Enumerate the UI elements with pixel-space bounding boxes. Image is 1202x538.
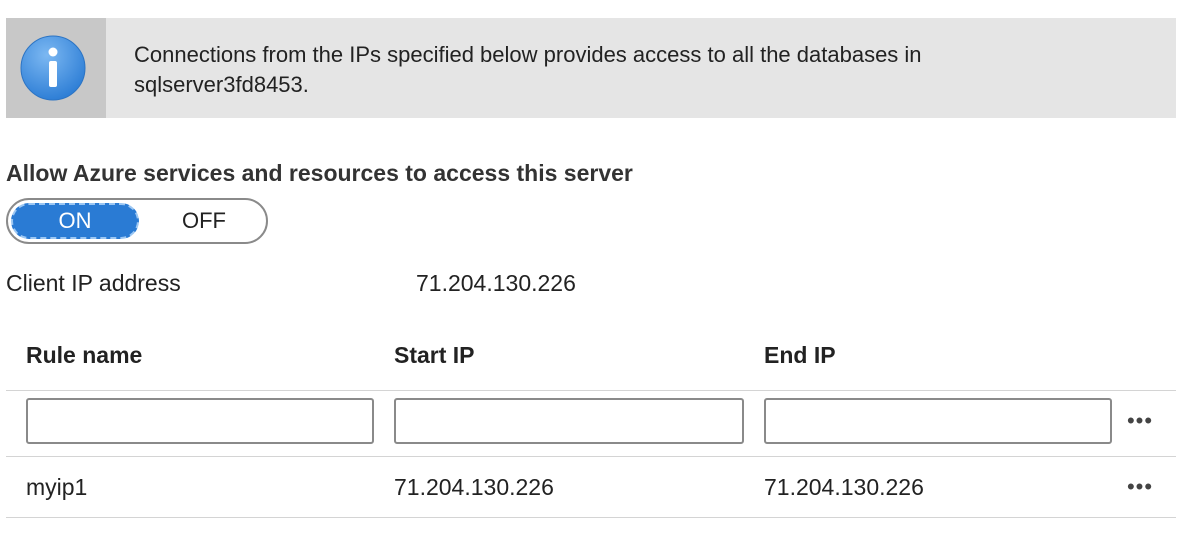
info-banner-line-2: sqlserver3fd8453. [134,72,309,97]
azure-access-label: Allow Azure services and resources to ac… [6,160,633,186]
start-ip-input[interactable] [394,398,744,444]
rule-name-cell: myip1 [26,474,88,500]
firewall-settings-panel: Connections from the IPs specified below… [0,0,1202,538]
toggle-on-option[interactable]: ON [11,203,139,239]
info-banner-icon-area [6,18,106,118]
end-ip-cell: 71.204.130.226 [764,474,924,500]
column-header-rule-name: Rule name [26,342,143,368]
info-banner: Connections from the IPs specified below… [6,18,1176,118]
column-header-start-ip: Start IP [394,342,475,368]
start-ip-cell: 71.204.130.226 [394,474,554,500]
end-ip-input[interactable] [764,398,1112,444]
table-header-divider [6,390,1176,391]
client-ip-value: 71.204.130.226 [416,270,576,296]
info-icon [20,35,86,101]
column-header-end-ip: End IP [764,342,836,368]
rule-name-input[interactable] [26,398,374,444]
info-banner-line-1: Connections from the IPs specified below… [134,42,922,67]
table-row-divider [6,456,1176,457]
table-bottom-divider [6,517,1176,518]
client-ip-label: Client IP address [6,270,181,296]
rule-more-button[interactable]: ••• [1120,476,1160,504]
new-rule-more-button[interactable]: ••• [1120,410,1160,438]
toggle-off-option[interactable]: OFF [142,203,266,239]
info-banner-text: Connections from the IPs specified below… [134,40,1134,100]
azure-access-toggle[interactable]: ON OFF [6,198,268,244]
